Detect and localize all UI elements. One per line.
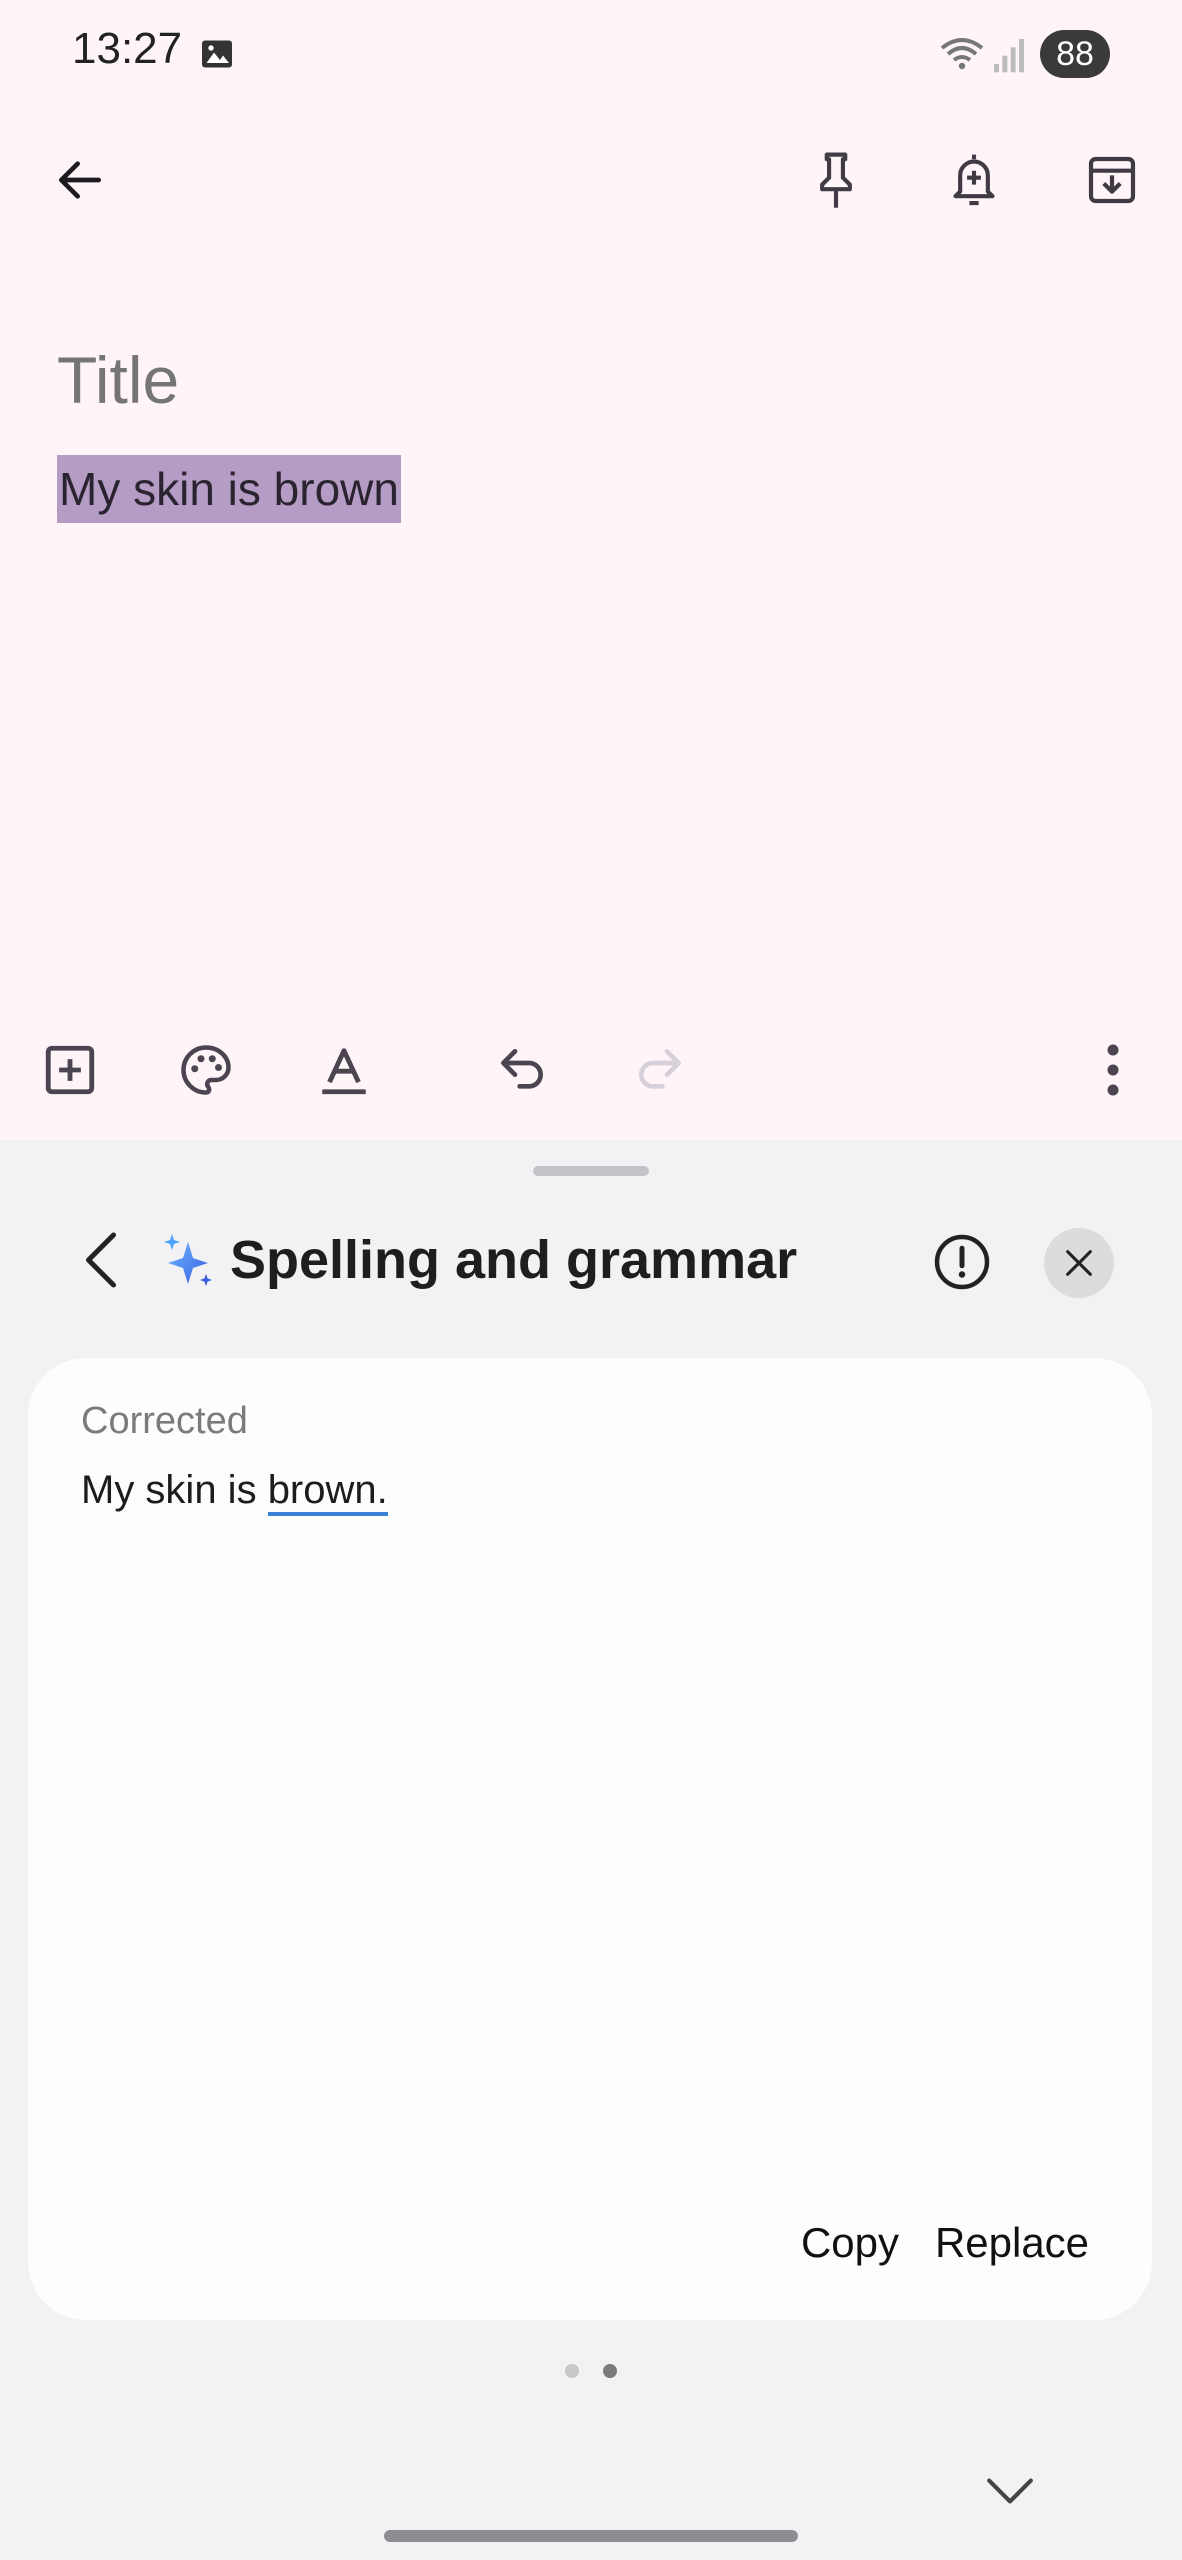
add-reminder-icon bbox=[953, 154, 995, 206]
sheet-drag-handle[interactable] bbox=[533, 1166, 649, 1176]
undo-button[interactable] bbox=[484, 1032, 560, 1108]
close-button[interactable] bbox=[1044, 1228, 1114, 1298]
undo-icon bbox=[501, 1049, 543, 1089]
pin-button[interactable] bbox=[796, 140, 876, 220]
back-arrow-icon bbox=[59, 161, 101, 199]
corrected-label: Corrected bbox=[81, 1400, 248, 1442]
image-icon bbox=[202, 40, 232, 68]
add-box-icon bbox=[45, 1045, 95, 1095]
archive-icon bbox=[1088, 156, 1136, 204]
signal-icon bbox=[994, 39, 1024, 73]
more-vert-icon bbox=[1107, 1044, 1119, 1096]
redo-icon bbox=[639, 1049, 681, 1089]
corrected-word[interactable]: brown. bbox=[267, 1468, 388, 1516]
chevron-down-icon bbox=[987, 2478, 1033, 2504]
more-options-button[interactable] bbox=[1075, 1032, 1151, 1108]
info-icon bbox=[934, 1234, 990, 1290]
back-button[interactable] bbox=[40, 140, 120, 220]
add-content-button[interactable] bbox=[32, 1032, 108, 1108]
gesture-nav-bar[interactable] bbox=[384, 2530, 798, 2542]
collapse-sheet-button[interactable] bbox=[972, 2466, 1048, 2516]
note-body-selected-text[interactable]: My skin is brown bbox=[57, 455, 401, 523]
wifi-icon bbox=[940, 38, 984, 70]
info-button[interactable] bbox=[924, 1224, 1000, 1300]
redo-button[interactable] bbox=[622, 1032, 698, 1108]
page-indicator-dot-2 bbox=[603, 2364, 617, 2378]
page-indicator-dot-1 bbox=[565, 2364, 579, 2378]
sparkle-icon bbox=[164, 1234, 212, 1286]
status-time: 13:27 bbox=[72, 24, 183, 73]
sheet-title: Spelling and grammar bbox=[230, 1230, 798, 1290]
reminder-button[interactable] bbox=[934, 140, 1014, 220]
replace-button[interactable]: Replace bbox=[932, 2210, 1092, 2276]
chevron-left-icon bbox=[86, 1232, 116, 1288]
archive-button[interactable] bbox=[1072, 140, 1152, 220]
corrected-text: My skin is brown. bbox=[81, 1462, 388, 1518]
close-icon bbox=[1066, 1250, 1092, 1276]
sheet-back-button[interactable] bbox=[64, 1220, 138, 1300]
text-format-button[interactable] bbox=[306, 1032, 382, 1108]
palette-icon bbox=[181, 1045, 231, 1095]
corrected-text-prefix: My skin is bbox=[81, 1468, 268, 1512]
background-options-button[interactable] bbox=[168, 1032, 244, 1108]
pin-icon bbox=[820, 152, 852, 208]
battery-indicator: 88 bbox=[1040, 30, 1110, 78]
text-format-icon bbox=[322, 1048, 366, 1095]
copy-button[interactable]: Copy bbox=[780, 2210, 920, 2276]
note-title-input[interactable] bbox=[57, 335, 1117, 425]
